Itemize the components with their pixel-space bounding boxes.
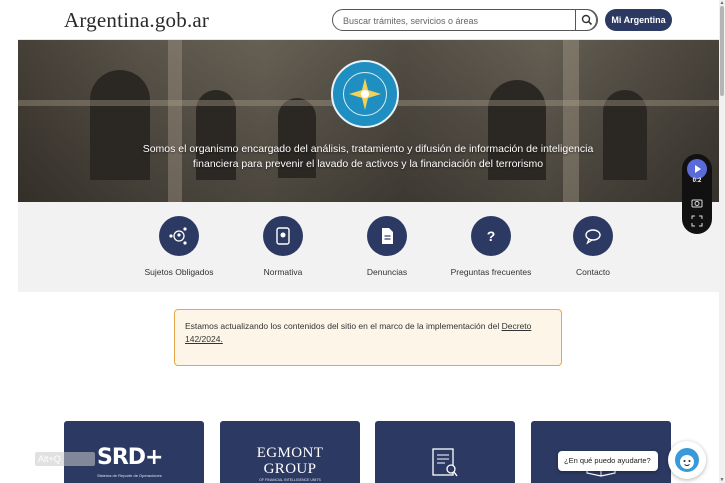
building-column: [563, 40, 579, 202]
quick-link-circle: [263, 216, 303, 256]
search-icon: [581, 14, 593, 26]
chat-prompt[interactable]: ¿En qué puedo ayudarte?: [558, 451, 658, 471]
chatbot-button[interactable]: [668, 441, 706, 479]
people-network-icon: [169, 227, 187, 245]
srd-logo: SRD+: [97, 445, 163, 470]
chatbot-avatar-icon: [675, 448, 699, 472]
camera-icon[interactable]: [691, 196, 703, 208]
update-notice: Estamos actualizando los contenidos del …: [174, 309, 562, 366]
question-icon: ?: [487, 228, 496, 244]
search-box: [332, 9, 598, 31]
svg-text:?: ?: [487, 228, 496, 244]
play-glyph: [695, 165, 701, 173]
mi-argentina-button[interactable]: Mi Argentina: [605, 9, 672, 31]
scrollbar-thumb[interactable]: [720, 6, 724, 96]
building-column: [168, 40, 182, 202]
brand-logo[interactable]: Argentina.gob.ar: [64, 8, 209, 33]
accessibility-shortcut[interactable]: Alt+Q: [35, 452, 95, 466]
quick-link-label: Denuncias: [366, 267, 408, 277]
search-input[interactable]: [343, 13, 568, 28]
site-header: Argentina.gob.ar Mi Argentina: [18, 0, 719, 40]
hero-description: Somos el organismo encargado del análisi…: [142, 143, 594, 170]
egmont-line2: GROUP: [263, 461, 317, 477]
quick-link-circle: [573, 216, 613, 256]
quick-link-label: Sujetos Obligados: [144, 267, 214, 277]
quick-link-label: Contacto: [575, 267, 611, 277]
hero-banner: Somos el organismo encargado del análisi…: [18, 40, 719, 202]
egmont-subtitle: OF FINANCIAL INTELLIGENCE UNITS: [259, 478, 321, 482]
card-egmont[interactable]: EGMONT GROUP OF FINANCIAL INTELLIGENCE U…: [220, 421, 360, 483]
quick-link-denuncias[interactable]: Denuncias: [327, 216, 447, 277]
egmont-logo: EGMONT GROUP: [220, 445, 360, 477]
quick-link-circle: ?: [471, 216, 511, 256]
screenshot-icon[interactable]: [691, 214, 703, 227]
chatbot-face: [680, 455, 694, 469]
scrollbar[interactable]: ▲ ▼: [719, 0, 725, 483]
document-icon: [276, 227, 290, 245]
srd-subtitle: Sistema de Reporte de Operaciones: [97, 473, 162, 478]
card-publications[interactable]: [375, 421, 515, 483]
media-time: 0:2: [692, 178, 702, 184]
book-search-icon: [432, 448, 458, 477]
seal-star-icon: [349, 78, 381, 110]
play-icon[interactable]: [687, 159, 707, 179]
egmont-line1: EGMONT: [256, 445, 324, 461]
media-widget: 0:2: [682, 154, 712, 234]
quick-link-sujetos-obligados[interactable]: Sujetos Obligados: [119, 216, 239, 277]
page: Argentina.gob.ar Mi Argentina: [18, 0, 719, 483]
quick-links: Sujetos Obligados Normativa Denuncias ? …: [18, 202, 719, 292]
quick-link-circle: [159, 216, 199, 256]
chat-icon: [585, 229, 601, 245]
quick-link-label: Normativa: [263, 267, 303, 277]
search-button[interactable]: [575, 9, 597, 31]
quick-link-circle: [367, 216, 407, 256]
quick-link-normativa[interactable]: Normativa: [223, 216, 343, 277]
notice-text: Estamos actualizando los contenidos del …: [185, 321, 502, 331]
scroll-down-icon[interactable]: ▼: [719, 477, 725, 483]
uif-seal-logo: [331, 60, 399, 128]
quick-link-contacto[interactable]: Contacto: [533, 216, 653, 277]
file-icon: [382, 228, 393, 244]
